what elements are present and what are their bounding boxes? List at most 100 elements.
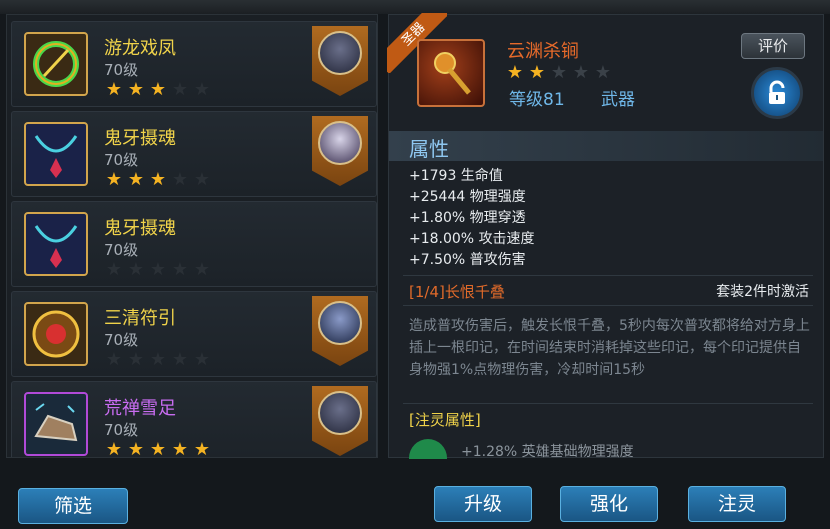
item-thumbnail (24, 302, 88, 366)
star-icon: ★ (171, 169, 189, 190)
star-icon: ★ (127, 79, 145, 100)
weapon-star-rating: ★ ★ ★ ★ ★ (505, 63, 613, 83)
weapon-level: 等级81 (509, 90, 565, 110)
filter-button[interactable]: 筛选 (18, 488, 128, 524)
star-icon: ★ (193, 259, 211, 280)
star-icon: ★ (171, 349, 189, 370)
boots-icon (34, 403, 78, 442)
hero-badge (312, 296, 368, 366)
weapon-type: 武器 (601, 90, 635, 110)
talisman-icon (32, 310, 80, 358)
top-bar (0, 0, 830, 14)
set-bonus-title: [1/4]长恨千叠 (409, 283, 505, 301)
list-item[interactable]: 鬼牙摄魂 70级 ★ ★ ★ ★ ★ (11, 111, 377, 197)
set-bonus-condition: 套装2件时激活 (716, 284, 809, 300)
star-icon: ★ (171, 79, 189, 100)
attributes-header: 属性 (389, 131, 823, 161)
item-level: 70级 (104, 241, 139, 259)
item-name: 三清符引 (104, 308, 176, 329)
hero-avatar (318, 301, 362, 345)
star-icon: ★ (193, 349, 211, 370)
upgrade-button[interactable]: 升级 (434, 486, 532, 522)
star-icon: ★ (528, 62, 546, 83)
star-icon: ★ (572, 62, 590, 83)
bottom-bar: 筛选 升级 强化 注灵 (0, 460, 830, 529)
star-icon: ★ (105, 79, 123, 100)
star-icon: ★ (149, 349, 167, 370)
item-name: 鬼牙摄魂 (104, 218, 176, 239)
hero-avatar (318, 31, 362, 75)
weapon-thumbnail (417, 39, 485, 107)
star-icon: ★ (193, 439, 211, 458)
item-thumbnail (24, 392, 88, 456)
unlock-icon (769, 80, 785, 104)
item-name: 鬼牙摄魂 (104, 128, 176, 149)
list-item[interactable]: 鬼牙摄魂 70级 ★ ★ ★ ★ ★ (11, 201, 377, 287)
star-rating: ★ ★ ★ ★ ★ (104, 260, 212, 280)
star-icon: ★ (105, 259, 123, 280)
list-item[interactable]: 荒禅雪足 70级 ★ ★ ★ ★ ★ (11, 381, 377, 458)
item-thumbnail (24, 212, 88, 276)
star-icon: ★ (149, 259, 167, 280)
item-level: 70级 (104, 151, 139, 169)
mace-icon (434, 52, 471, 95)
spirit-stat-line: +1.28% 英雄基础物理强度 (461, 444, 634, 459)
star-icon: ★ (149, 439, 167, 458)
item-level: 70级 (104, 331, 139, 349)
star-icon: ★ (105, 439, 123, 458)
star-icon: ★ (127, 169, 145, 190)
weapon-name: 云渊杀锏 (507, 41, 579, 62)
stat-line: +25444 物理强度 (409, 189, 526, 205)
list-item[interactable]: 游龙戏凤 70级 ★ ★ ★ ★ ★ (11, 21, 377, 107)
star-rating: ★ ★ ★ ★ ★ (104, 440, 212, 458)
star-icon: ★ (171, 439, 189, 458)
spirit-attr-title: [注灵属性] (409, 411, 481, 429)
item-level: 70级 (104, 421, 139, 439)
stat-line: +7.50% 普攻伤害 (409, 252, 526, 268)
star-icon: ★ (193, 169, 211, 190)
review-button[interactable]: 评价 (741, 33, 805, 59)
divider (403, 275, 813, 276)
star-icon: ★ (193, 79, 211, 100)
infuse-button[interactable]: 注灵 (688, 486, 786, 522)
item-name: 荒禅雪足 (104, 398, 176, 419)
star-icon: ★ (149, 79, 167, 100)
spirit-icon (409, 439, 447, 459)
list-item[interactable]: 三清符引 70级 ★ ★ ★ ★ ★ (11, 291, 377, 377)
divider (403, 403, 813, 404)
star-icon: ★ (506, 62, 524, 83)
star-icon: ★ (105, 349, 123, 370)
star-rating: ★ ★ ★ ★ ★ (104, 80, 212, 100)
lock-toggle-button[interactable] (751, 67, 803, 119)
item-level: 70级 (104, 61, 139, 79)
equipment-detail-panel: 圣器 云渊杀锏 ★ ★ ★ ★ ★ 等级81 武器 评价 属性 +1793 生命… (387, 13, 824, 459)
equipment-list[interactable]: 游龙戏凤 70级 ★ ★ ★ ★ ★ 鬼牙摄魂 70级 ★ ★ ★ ★ ★ 鬼牙… (6, 14, 378, 458)
stat-line: +18.00% 攻击速度 (409, 231, 535, 247)
bracelet-icon (33, 41, 79, 87)
hero-badge (312, 26, 368, 96)
divider (403, 305, 813, 306)
star-rating: ★ ★ ★ ★ ★ (104, 170, 212, 190)
hero-badge (312, 116, 368, 186)
hero-avatar (318, 121, 362, 165)
enhance-button[interactable]: 强化 (560, 486, 658, 522)
hero-avatar (318, 391, 362, 435)
star-icon: ★ (127, 259, 145, 280)
star-icon: ★ (105, 169, 123, 190)
star-icon: ★ (550, 62, 568, 83)
star-rating: ★ ★ ★ ★ ★ (104, 350, 212, 370)
item-thumbnail (24, 122, 88, 186)
hero-badge (312, 386, 368, 456)
stat-line: +1793 生命值 (409, 168, 503, 184)
star-icon: ★ (127, 439, 145, 458)
stat-line: +1.80% 物理穿透 (409, 210, 526, 226)
attributes-title: 属性 (409, 137, 449, 161)
star-icon: ★ (594, 62, 612, 83)
necklace-icon (34, 225, 78, 268)
set-bonus-description: 造成普攻伤害后，触发长恨千叠，5秒内每次普攻都将给对方身上插上一根印记，在时间结… (409, 318, 810, 378)
item-thumbnail (24, 32, 88, 96)
star-icon: ★ (171, 259, 189, 280)
star-icon: ★ (149, 169, 167, 190)
item-name: 游龙戏凤 (104, 38, 176, 59)
star-icon: ★ (127, 349, 145, 370)
